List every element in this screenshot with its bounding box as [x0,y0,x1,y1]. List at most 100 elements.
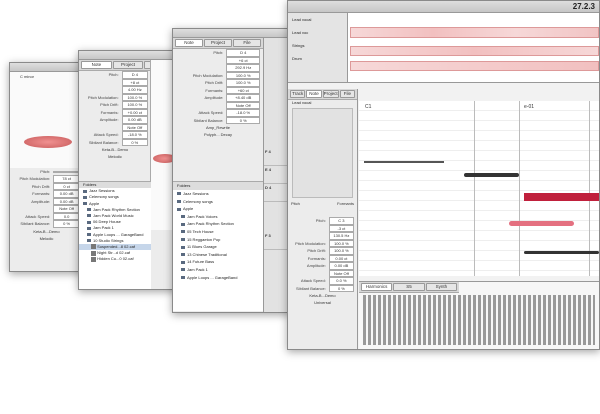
param-row: Formants: 0.00 dB [10,190,83,198]
folder-icon [181,222,185,226]
folder-icon [177,200,181,204]
tab-project[interactable]: Project [112,61,144,69]
param-panel: Pitch: Pitch Modulation: 78 ct Pitch Drif… [10,168,83,242]
list-item[interactable]: Hidden Cu...0 02.caf [79,256,151,262]
inspector-tabs: Track Note Project File [288,89,357,100]
file-label: Keta-B...Demo [33,228,60,234]
harmonics-bars[interactable] [363,295,595,345]
param-row: 130.5 Hz [288,232,357,240]
track-name-field[interactable]: Lead vocal [288,100,357,106]
audio-region[interactable] [350,61,599,71]
param-row: Note Off [288,269,357,278]
audio-region[interactable] [350,27,599,38]
toolbar: 27.2.3 [288,1,599,13]
folder-icon [83,195,87,199]
note-blob[interactable] [524,251,599,254]
audio-region[interactable] [350,46,599,56]
tab-s5[interactable]: S5 [393,283,425,291]
note-label: C1 [365,104,372,110]
param-row: +8 ct [79,78,151,86]
inspector-tabs: Note Project File [173,38,263,49]
param-row: Pitch Modulation: 100.0 % [79,93,151,101]
param-row: Sibilant Balance: 0 % [79,138,151,146]
param-row: Pitch: D 4 [173,49,263,57]
list-item[interactable]: 11 Blues Garage [173,243,263,251]
note-blob[interactable] [509,221,574,226]
tab-file[interactable]: File [339,90,355,98]
tab-note[interactable]: Note [81,61,112,69]
tab-project[interactable]: Project [322,90,339,98]
window-third: Note Project File Pitch: D 4 +6 ct 292.9 … [172,28,292,313]
bar-line [589,101,590,276]
tab-harmonics[interactable]: Harmonics [361,283,393,291]
folder-icon [87,226,91,230]
track-name[interactable]: Drum [288,52,347,65]
param-row: Pitch Drift: 0 ct [10,182,83,190]
tab-note[interactable]: Note [306,90,322,98]
inspector: Track Note Project File Lead vocal Pitch… [288,89,358,349]
track-name[interactable]: Lead voc [288,26,347,39]
window-second: Note Project File Pitch:D 4 +8 ct 4.00 H… [78,50,178,290]
bar-line [519,101,520,276]
param-row: Formants: 0.00 ct [288,254,357,263]
track-overview[interactable]: Lead vocal Lead voc Strings Drum [288,13,599,83]
list-item[interactable]: Celemony songs [173,198,263,206]
param-row: Pitch: [10,168,83,175]
file-label: Amp_Rewrite [205,125,230,130]
note-editor[interactable]: C1 e-01 [359,101,599,276]
tab-track[interactable]: Track [290,90,306,98]
note-blob[interactable] [464,173,519,177]
param-row: Attack Speed: -18.0 % [79,131,151,139]
audio-file-icon [91,256,96,262]
list-item[interactable]: 14 Future Bass [173,258,263,266]
track-name[interactable]: Strings [288,39,347,52]
param-row: Sibilant Balance: 0 % [288,284,357,293]
selected-note-blob[interactable] [524,193,599,201]
param-row: Pitch Modulation: 100.0 % [173,71,263,79]
list-item[interactable]: Jam Pack 1 [173,266,263,274]
param-row: Pitch Modulation: 78 ct [10,175,83,183]
note-blob[interactable] [24,136,72,148]
algorithm-label: Universal [314,300,331,306]
list-item[interactable]: Apple [173,205,263,213]
file-browser: Folders Jazz Sessions Celemony songs App… [79,181,151,289]
list-item[interactable]: Jam Pack Rhythm Section [173,220,263,228]
folder-icon [83,189,87,193]
folder-icon [181,215,185,219]
tab-project[interactable]: Project [204,39,232,47]
track-name[interactable]: Lead vocal [288,13,347,26]
algorithm-label: Melodic [39,235,54,241]
param-row: Note Off [173,101,263,109]
list-item[interactable]: Jazz Sessions [173,190,263,198]
list-item[interactable]: 05 Tech House [173,228,263,236]
folder-icon [87,220,91,224]
folder-icon [181,245,185,249]
tab-synth[interactable]: Synth [425,283,457,291]
param-row: Pitch: C 3 [288,217,357,225]
list-item[interactable]: 15 Reggaeton Pop [173,236,263,244]
note-blob[interactable] [364,161,444,163]
param-row: +6 ct [173,56,263,64]
window-back: C minor Pitch: Pitch Modulation: 78 ct Pi… [9,62,84,272]
param-row: Amplitude: +8.40 dB [173,94,263,102]
folder-icon [177,207,181,211]
pitch-editor[interactable]: C minor [10,72,83,168]
sound-editor[interactable]: Harmonics S5 Synth [359,281,599,349]
list-item[interactable]: Apple Loops ... GarageBand [173,274,263,282]
param-row: Formants: +0.00 ct [79,108,151,116]
folders-dropdown[interactable]: Folders [173,182,263,190]
file-browser: Folders Jazz Sessions Celemony songs App… [173,181,263,311]
tab-file[interactable]: File [233,39,261,47]
list-item[interactable]: Jam Pack Voices [173,213,263,221]
param-row: Note Off [79,123,151,131]
param-row: 292.9 Hz [173,64,263,72]
folder-icon [87,239,91,243]
sound-editor-tabs: Harmonics S5 Synth [359,282,459,293]
param-panel: Pitch: C 3 -3 ct 130.5 Hz Pitch Modulatio… [288,217,357,306]
audio-file-icon [91,250,96,256]
param-row: Sibilant Balance: 0 % [10,220,83,228]
audio-file-icon [91,244,96,250]
list-item[interactable]: 13 Chinese Traditional [173,251,263,259]
mixer-controls[interactable] [292,108,353,199]
tab-note[interactable]: Note [175,39,203,47]
